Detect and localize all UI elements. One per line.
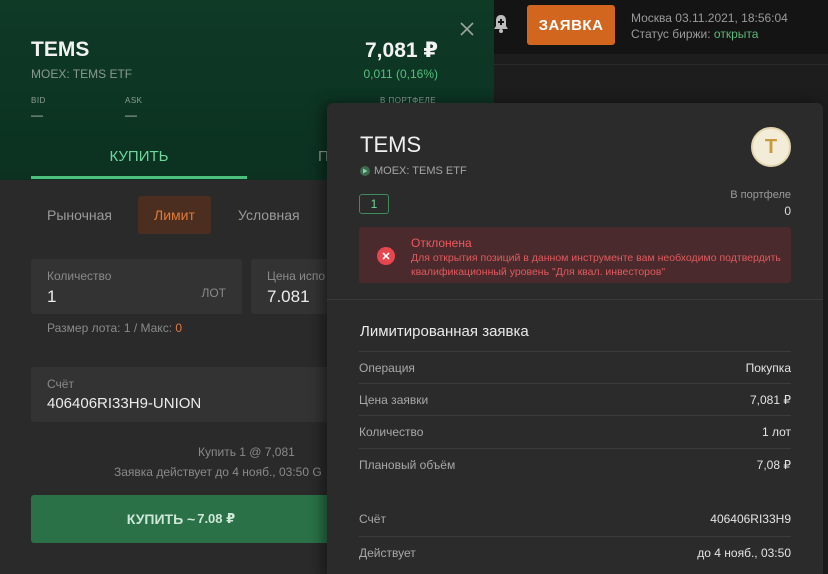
market-status-label: Статус биржи:: [631, 27, 714, 41]
detail-value: 1 лот: [761, 425, 791, 439]
ask-label: ASK: [125, 96, 143, 105]
bid-label: BID: [31, 96, 46, 105]
modal-ticker: TEMS: [360, 132, 422, 157]
modal-portfolio-value: 0: [784, 204, 791, 218]
detail-row-price: Цена заявки 7,081 ₽: [359, 383, 791, 416]
price-label: Цена испо: [267, 269, 326, 283]
detail-key: Действует: [359, 546, 416, 560]
modal-portfolio-label: В портфеле: [730, 189, 791, 201]
order-summary: Купить 1 @ 7,081: [198, 445, 295, 459]
divider: [494, 64, 828, 65]
price-field[interactable]: Цена испо 7.081: [251, 259, 331, 314]
quantity-unit: ЛОТ: [201, 286, 226, 300]
detail-row-volume: Плановый объём 7,08 ₽: [359, 448, 791, 481]
tab-active-indicator: [31, 176, 247, 179]
play-icon: [360, 166, 370, 176]
new-order-button[interactable]: ЗАЯВКА: [527, 5, 615, 45]
detail-value: 7,081 ₽: [750, 393, 791, 407]
detail-value: 406406RI33H9: [710, 512, 791, 526]
detail-value: 7,08 ₽: [756, 458, 791, 472]
detail-value: до 4 нояб., 03:50: [697, 546, 791, 560]
buy-button-amount: 7.08 ₽: [197, 511, 236, 526]
instrument-exchange: MOEX: TEMS ETF: [31, 67, 133, 81]
error-icon: [377, 247, 395, 265]
instrument-ticker: TEMS: [31, 38, 90, 61]
section-title: Лимитированная заявка: [360, 323, 529, 340]
tab-buy[interactable]: КУПИТЬ: [31, 136, 247, 176]
quantity-value[interactable]: 1: [47, 287, 56, 307]
account-select[interactable]: Счёт 406406RI33H9-UNION: [31, 367, 331, 422]
lot-size-info: Размер лота: 1 / Макс: 0: [47, 321, 182, 335]
modal-exchange: MOEX: TEMS ETF: [360, 165, 467, 177]
quantity-label: Количество: [47, 269, 112, 283]
detail-key: Плановый объём: [359, 458, 456, 472]
market-status-value: открыта: [713, 27, 759, 41]
detail-key: Количество: [359, 425, 424, 439]
buy-button[interactable]: КУПИТЬ ~7.08 ₽: [31, 495, 331, 543]
account-value[interactable]: 406406RI33H9-UNION: [47, 395, 201, 412]
detail-row-operation: Операция Покупка: [359, 351, 791, 384]
order-type-limit[interactable]: Лимит: [138, 196, 211, 234]
rejection-alert: Отклонена Для открытия позиций в данном …: [359, 227, 791, 283]
account-label: Счёт: [47, 377, 74, 391]
detail-row-validity: Действует до 4 нояб., 03:50: [359, 536, 791, 569]
modal-exchange-name: MOEX: TEMS ETF: [374, 165, 467, 177]
market-time: Москва 03.11.2021, 18:56:04: [631, 11, 788, 25]
price-change: 0,011 (0,16%): [363, 67, 439, 81]
divider: [327, 299, 823, 300]
buy-button-label: КУПИТЬ ~: [126, 511, 196, 527]
instrument-price: 7,081 ₽: [365, 39, 438, 62]
ask-value: —: [125, 108, 137, 122]
close-icon[interactable]: [458, 20, 476, 38]
lot-badge: 1: [359, 194, 389, 214]
quantity-field[interactable]: Количество 1 ЛОТ: [31, 259, 242, 314]
lot-size-text: Размер лота: 1 / Макс:: [47, 321, 176, 335]
notification-icon[interactable]: [492, 14, 510, 34]
market-status: Статус биржи: открыта: [631, 27, 758, 41]
detail-value: Покупка: [745, 361, 791, 375]
order-type-market[interactable]: Рыночная: [47, 196, 112, 234]
lot-max-value: 0: [175, 321, 183, 335]
instrument-logo: T: [751, 127, 791, 167]
price-value[interactable]: 7.081: [267, 287, 310, 307]
bid-value: —: [31, 108, 43, 122]
order-details-modal: TEMS MOEX: TEMS ETF T 1 В портфеле 0 Отк…: [327, 103, 823, 574]
order-type-conditional[interactable]: Условная: [238, 196, 300, 234]
detail-row-quantity: Количество 1 лот: [359, 415, 791, 448]
detail-row-account: Счёт 406406RI33H9: [359, 503, 791, 536]
detail-key: Цена заявки: [359, 393, 429, 407]
alert-message: Для открытия позиций в данном инструмент…: [411, 252, 781, 278]
detail-key: Счёт: [359, 512, 386, 526]
alert-title: Отклонена: [411, 236, 472, 250]
detail-key: Операция: [359, 361, 415, 375]
order-validity: Заявка действует до 4 нояб., 03:50 G: [114, 465, 322, 479]
